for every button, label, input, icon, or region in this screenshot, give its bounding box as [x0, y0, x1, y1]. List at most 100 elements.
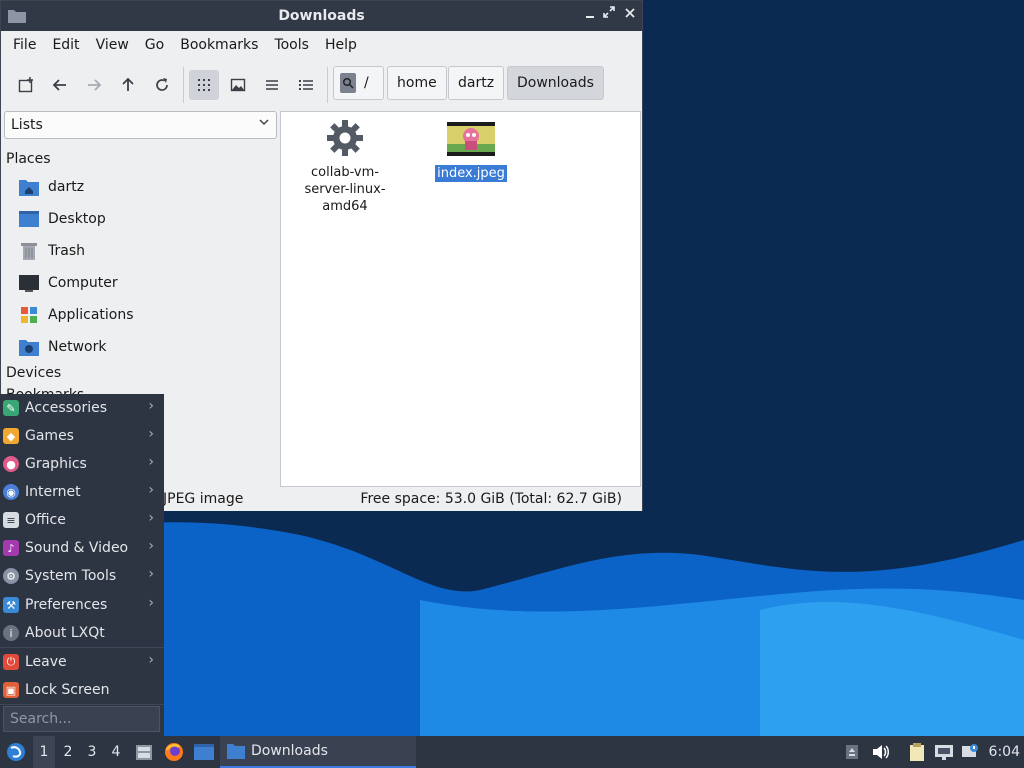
- place-computer-label: Computer: [48, 275, 118, 291]
- menu-item-graphics[interactable]: ● Graphics ›: [0, 450, 164, 478]
- computer-icon: [18, 272, 40, 294]
- menu-item-system-tools[interactable]: ⚙ System Tools ›: [0, 562, 164, 590]
- new-tab-button[interactable]: [11, 70, 41, 100]
- detailed-view-button[interactable]: [291, 70, 321, 100]
- side-pane-mode-select[interactable]: Lists: [4, 111, 277, 139]
- crumb-dartz-label: dartz: [458, 75, 495, 91]
- place-trash-label: Trash: [48, 243, 85, 259]
- place-computer[interactable]: Computer: [18, 270, 118, 296]
- menu-tools[interactable]: Tools: [266, 37, 317, 53]
- menu-search-input[interactable]: Search...: [3, 706, 160, 732]
- menu-item-preferences[interactable]: ⚒ Preferences ›: [0, 591, 164, 619]
- firefox-icon: [165, 743, 183, 761]
- applications-icon: [18, 304, 40, 326]
- menu-item-office[interactable]: ≡ Office ›: [0, 506, 164, 534]
- crumb-downloads-label: Downloads: [517, 75, 594, 91]
- workspace-4[interactable]: 4: [105, 736, 127, 768]
- minimize-icon: [586, 16, 594, 18]
- file-name-line: collab-vm-: [311, 165, 379, 180]
- crumb-dartz[interactable]: dartz: [448, 66, 505, 100]
- menu-view[interactable]: View: [88, 37, 137, 53]
- place-applications-label: Applications: [48, 307, 134, 323]
- file-view[interactable]: collab-vm- server-linux- amd64 index.jpe…: [280, 111, 641, 487]
- menu-item-label: Lock Screen: [25, 682, 110, 698]
- place-applications[interactable]: Applications: [18, 302, 134, 328]
- place-network-label: Network: [48, 339, 107, 355]
- menu-bar: File Edit View Go Bookmarks Tools Help: [1, 31, 642, 59]
- crumb-home[interactable]: home: [387, 66, 447, 100]
- menu-item-label: Preferences: [25, 597, 108, 613]
- menu-item-label: Leave: [25, 654, 67, 670]
- office-icon: ≡: [3, 512, 19, 528]
- back-button[interactable]: [45, 70, 75, 100]
- power-icon: ⏻: [3, 654, 19, 670]
- file-name-line: amd64: [322, 199, 368, 214]
- place-home[interactable]: dartz: [18, 174, 84, 200]
- minimize-button[interactable]: [581, 6, 599, 24]
- show-desktop-button[interactable]: [192, 736, 216, 768]
- menu-item-label: Graphics: [25, 456, 87, 472]
- menu-item-label: Accessories: [25, 400, 108, 416]
- close-button[interactable]: [621, 6, 639, 24]
- firefox-launcher[interactable]: [163, 736, 185, 768]
- menu-item-lock-screen[interactable]: ▣ Lock Screen: [0, 676, 164, 704]
- volume-button[interactable]: [870, 736, 892, 768]
- workspace-2[interactable]: 2: [57, 736, 79, 768]
- file-name-selected: index.jpeg: [435, 165, 507, 182]
- chevron-right-icon: ›: [148, 482, 154, 498]
- update-notifier-button[interactable]: [959, 736, 981, 768]
- chevron-right-icon: ›: [148, 652, 154, 668]
- workspace-1[interactable]: 1: [33, 736, 55, 768]
- back-arrow-icon: [52, 79, 66, 91]
- path-root-button[interactable]: /: [333, 66, 384, 100]
- places-heading: Places: [6, 151, 51, 167]
- menu-go[interactable]: Go: [137, 37, 172, 53]
- forward-button[interactable]: [79, 70, 109, 100]
- crumb-home-label: home: [397, 75, 437, 91]
- reload-icon: [156, 78, 168, 91]
- file-item-collab-vm[interactable]: collab-vm- server-linux- amd64: [295, 118, 395, 215]
- menu-bookmarks[interactable]: Bookmarks: [172, 37, 266, 53]
- title-bar[interactable]: Downloads: [1, 1, 642, 31]
- task-downloads[interactable]: Downloads: [220, 736, 416, 768]
- menu-item-label: Internet: [25, 484, 81, 500]
- menu-item-accessories[interactable]: ✎ Accessories ›: [0, 394, 164, 422]
- menu-item-label: System Tools: [25, 568, 117, 584]
- menu-item-internet[interactable]: ◉ Internet ›: [0, 478, 164, 506]
- compact-view-button[interactable]: [257, 70, 287, 100]
- eject-drive-icon: [846, 745, 858, 759]
- menu-item-games[interactable]: ◆ Games ›: [0, 422, 164, 450]
- clipboard-button[interactable]: [906, 736, 928, 768]
- chevron-right-icon: ›: [148, 510, 154, 526]
- icon-view-button[interactable]: [189, 70, 219, 100]
- menu-item-sound-video[interactable]: ♪ Sound & Video ›: [0, 534, 164, 562]
- menu-help[interactable]: Help: [317, 37, 365, 53]
- task-downloads-label: Downloads: [251, 743, 328, 759]
- crumb-downloads[interactable]: Downloads: [507, 66, 604, 100]
- place-desktop[interactable]: Desktop: [18, 206, 106, 232]
- file-manager-launcher[interactable]: [133, 736, 155, 768]
- side-pane-mode-value: Lists: [11, 117, 43, 133]
- menu-edit[interactable]: Edit: [44, 37, 87, 53]
- up-button[interactable]: [113, 70, 143, 100]
- place-trash[interactable]: Trash: [18, 238, 85, 264]
- place-network[interactable]: Network: [18, 334, 106, 360]
- clock[interactable]: 6:04: [989, 744, 1020, 760]
- file-item-index-jpeg[interactable]: index.jpeg: [421, 122, 521, 182]
- maximize-button[interactable]: [600, 6, 618, 24]
- menu-file[interactable]: File: [5, 37, 44, 53]
- network-status-button[interactable]: [933, 736, 955, 768]
- status-free-space: Free space: 53.0 GiB (Total: 62.7 GiB): [360, 491, 622, 507]
- thumbnail-view-button[interactable]: [223, 70, 253, 100]
- up-arrow-icon: [122, 77, 134, 91]
- toolbar-separator: [327, 67, 328, 103]
- workspace-3[interactable]: 3: [81, 736, 103, 768]
- file-cabinet-icon: [136, 745, 152, 760]
- reload-button[interactable]: [147, 70, 177, 100]
- file-name-line: server-linux-: [304, 182, 386, 197]
- mount-tray-button[interactable]: [842, 736, 862, 768]
- menu-item-leave[interactable]: ⏻ Leave ›: [0, 648, 164, 676]
- devices-heading: Devices: [6, 365, 62, 381]
- menu-item-about-lxqt[interactable]: i About LXQt: [0, 619, 164, 647]
- main-menu-button[interactable]: [4, 736, 28, 768]
